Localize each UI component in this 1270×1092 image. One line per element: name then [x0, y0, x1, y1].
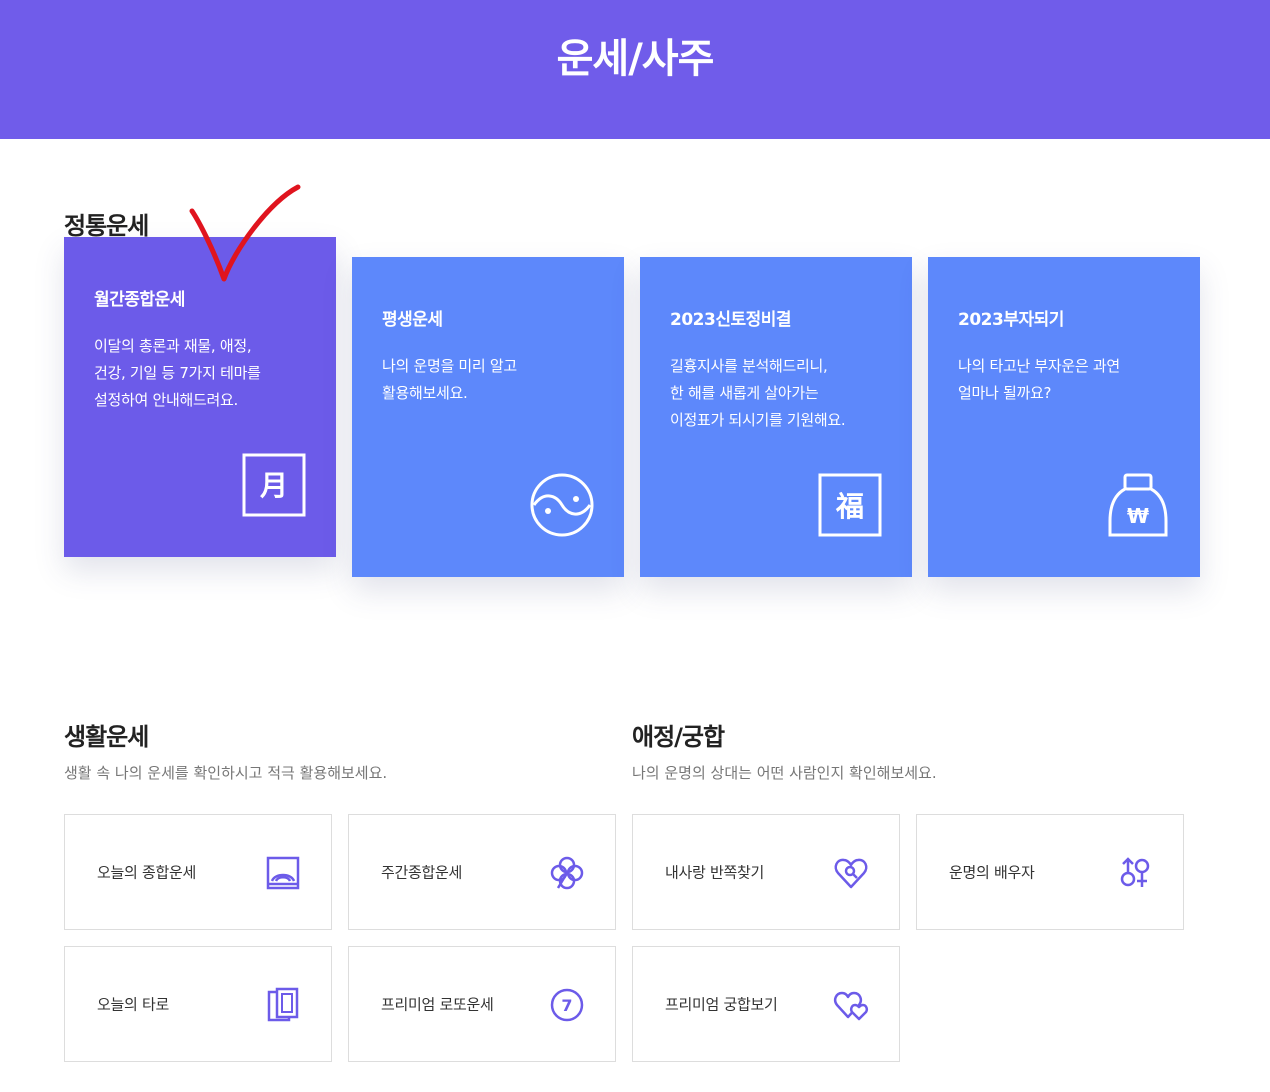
- svg-text:福: 福: [835, 490, 864, 523]
- love-section-title: 애정/궁합: [632, 723, 725, 751]
- check-mark-icon: [189, 184, 301, 282]
- page-header: 운세/사주: [0, 0, 1270, 139]
- svg-text:月: 月: [259, 469, 288, 502]
- yin-yang-icon: [530, 473, 594, 537]
- item-label: 주간종합운세: [381, 863, 463, 882]
- item-destined-spouse[interactable]: 운명의 배우자: [916, 814, 1184, 930]
- item-premium-lotto[interactable]: 프리미엄 로또운세 7: [348, 946, 616, 1062]
- clover-icon: [550, 856, 584, 890]
- item-label: 프리미엄 로또운세: [381, 995, 494, 1014]
- card-tojeong-fortune[interactable]: 2023신토정비결 길흉지사를 분석해드리니, 한 해를 새롭게 살아가는 이정…: [640, 257, 912, 577]
- money-bag-icon: ₩: [1108, 473, 1168, 537]
- card-wealth-fortune[interactable]: 2023부자되기 나의 타고난 부자운은 과연 얼마나 될까요? ₩: [928, 257, 1200, 577]
- lotto-ball-icon: 7: [550, 988, 584, 1022]
- double-heart-icon: [833, 991, 869, 1021]
- heart-search-icon: [834, 858, 868, 889]
- item-label: 프리미엄 궁합보기: [665, 995, 778, 1014]
- page-title: 운세/사주: [556, 35, 715, 82]
- card-title: 월간종합운세: [94, 290, 185, 310]
- traditional-section-title: 정통운세: [64, 212, 149, 240]
- fortune-character-icon: 福: [818, 473, 882, 537]
- moon-character-icon: 月: [242, 453, 306, 517]
- card-title: 평생운세: [382, 310, 443, 330]
- item-today-tarot[interactable]: 오늘의 타로: [64, 946, 332, 1062]
- gender-symbols-icon: [1120, 857, 1150, 887]
- card-title: 2023신토정비결: [670, 310, 792, 330]
- card-description: 나의 타고난 부자운은 과연 얼마나 될까요?: [958, 357, 1120, 402]
- item-label: 내사랑 반쪽찾기: [665, 863, 764, 882]
- love-section-description: 나의 운명의 상대는 어떤 사람인지 확인해보세요.: [632, 764, 937, 782]
- item-label: 오늘의 타로: [97, 995, 169, 1014]
- item-today-fortune[interactable]: 오늘의 종합운세: [64, 814, 332, 930]
- item-premium-compatibility[interactable]: 프리미엄 궁합보기: [632, 946, 900, 1062]
- sunrise-icon: [266, 856, 300, 890]
- card-lifetime-fortune[interactable]: 평생운세 나의 운명을 미리 알고 활용해보세요.: [352, 257, 624, 577]
- item-label: 운명의 배우자: [949, 863, 1035, 882]
- card-title: 2023부자되기: [958, 310, 1064, 330]
- card-description: 나의 운명을 미리 알고 활용해보세요.: [382, 357, 517, 402]
- svg-text:₩: ₩: [1127, 504, 1149, 528]
- card-description: 길흉지사를 분석해드리니, 한 해를 새롭게 살아가는 이정표가 되시기를 기원…: [670, 357, 846, 429]
- life-section-description: 생활 속 나의 운세를 확인하시고 적극 활용해보세요.: [64, 764, 388, 782]
- item-weekly-fortune[interactable]: 주간종합운세: [348, 814, 616, 930]
- life-section-title: 생활운세: [64, 723, 149, 751]
- card-description: 이달의 총론과 재물, 애정, 건강, 기일 등 7가지 테마를 설정하여 안내…: [94, 337, 261, 409]
- item-find-soulmate[interactable]: 내사랑 반쪽찾기: [632, 814, 900, 930]
- tarot-cards-icon: [267, 987, 299, 1022]
- svg-text:7: 7: [561, 996, 572, 1015]
- item-label: 오늘의 종합운세: [97, 863, 196, 882]
